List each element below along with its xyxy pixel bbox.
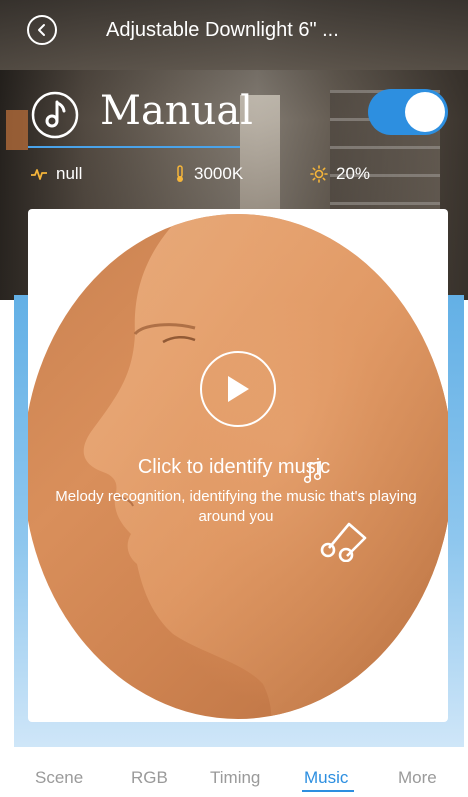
- status-brightness: 20%: [310, 163, 370, 185]
- tab-music[interactable]: Music: [304, 768, 348, 788]
- play-button[interactable]: [200, 351, 276, 427]
- identify-music-description: Melody recognition, identifying the musi…: [55, 488, 417, 525]
- pulse-icon: [31, 169, 47, 180]
- page-title: Adjustable Downlight 6" ...: [106, 19, 339, 41]
- photo-wall-art: [6, 110, 28, 150]
- tab-more[interactable]: More: [398, 768, 437, 788]
- status-color-temp: 3000K: [174, 163, 243, 185]
- status-color-temp-value: 3000K: [194, 164, 244, 183]
- sun-icon: [310, 165, 328, 183]
- tab-rgb[interactable]: RGB: [131, 768, 168, 788]
- status-effect: null: [30, 163, 82, 185]
- power-toggle[interactable]: [368, 89, 448, 135]
- toggle-knob: [405, 92, 445, 132]
- status-brightness-value: 20%: [336, 164, 371, 183]
- thermometer-icon: [177, 165, 183, 182]
- app-screen: Adjustable Downlight 6" ... Manual null …: [0, 0, 468, 797]
- status-effect-value: null: [56, 164, 83, 183]
- mode-underline: [28, 146, 240, 148]
- mode-label: Manual: [100, 88, 253, 134]
- active-tab-indicator: [302, 790, 354, 792]
- back-button[interactable]: [27, 15, 57, 45]
- music-note-icon: [31, 91, 79, 139]
- identify-music-title[interactable]: Click to identify music: [0, 456, 468, 479]
- tab-timing[interactable]: Timing: [210, 768, 260, 788]
- bottom-tab-bar: Scene RGB Timing Music More: [0, 760, 468, 797]
- tab-scene[interactable]: Scene: [35, 768, 83, 788]
- play-icon: [228, 376, 249, 402]
- chevron-left-icon: [38, 24, 45, 36]
